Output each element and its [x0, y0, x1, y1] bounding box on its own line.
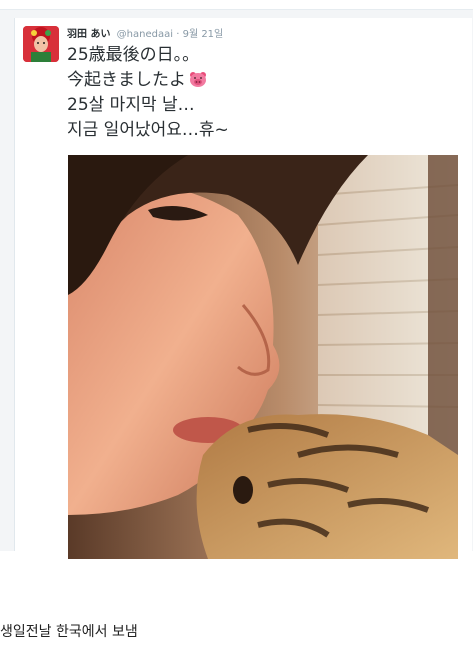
tweet-line-1: 25歳最後の日。。 [67, 45, 200, 65]
tweet-line-2: 今起きましたよ [67, 68, 467, 93]
tweet-body: 羽田 あい @hanedaai · 9월 21일 25歳最後の日。。 今起きまし… [14, 18, 472, 559]
tweet-line-2-text: 今起きましたよ [67, 70, 186, 90]
photo-image [68, 155, 458, 559]
user-handle[interactable]: @hanedaai [117, 29, 173, 40]
avatar[interactable] [23, 26, 59, 62]
tweet-header: 羽田 あい @hanedaai · 9월 21일 [67, 25, 223, 40]
tweet-line-4: 지금 일어났어요…휴~ [67, 120, 229, 140]
embedded-tweet: 羽田 あい @hanedaai · 9월 21일 25歳最後の日。。 今起きまし… [0, 9, 473, 559]
tweet-text: 25歳最後の日。。 今起きましたよ 25살 마지막 날… 지금 일어났어요…휴~ [67, 43, 467, 143]
separator: · [176, 29, 180, 40]
tweet-date[interactable]: 9월 21일 [183, 29, 224, 40]
tweet-photo[interactable] [68, 155, 458, 559]
display-name[interactable]: 羽田 あい [67, 29, 110, 40]
tweet-line-3: 25살 마지막 날… [67, 95, 195, 115]
post-caption: 생일전날 한국에서 보냄 [0, 624, 138, 640]
pig-face-icon [189, 70, 207, 87]
avatar-image [23, 26, 59, 62]
page: 羽田 あい @hanedaai · 9월 21일 25歳最後の日。。 今起きまし… [0, 0, 473, 653]
